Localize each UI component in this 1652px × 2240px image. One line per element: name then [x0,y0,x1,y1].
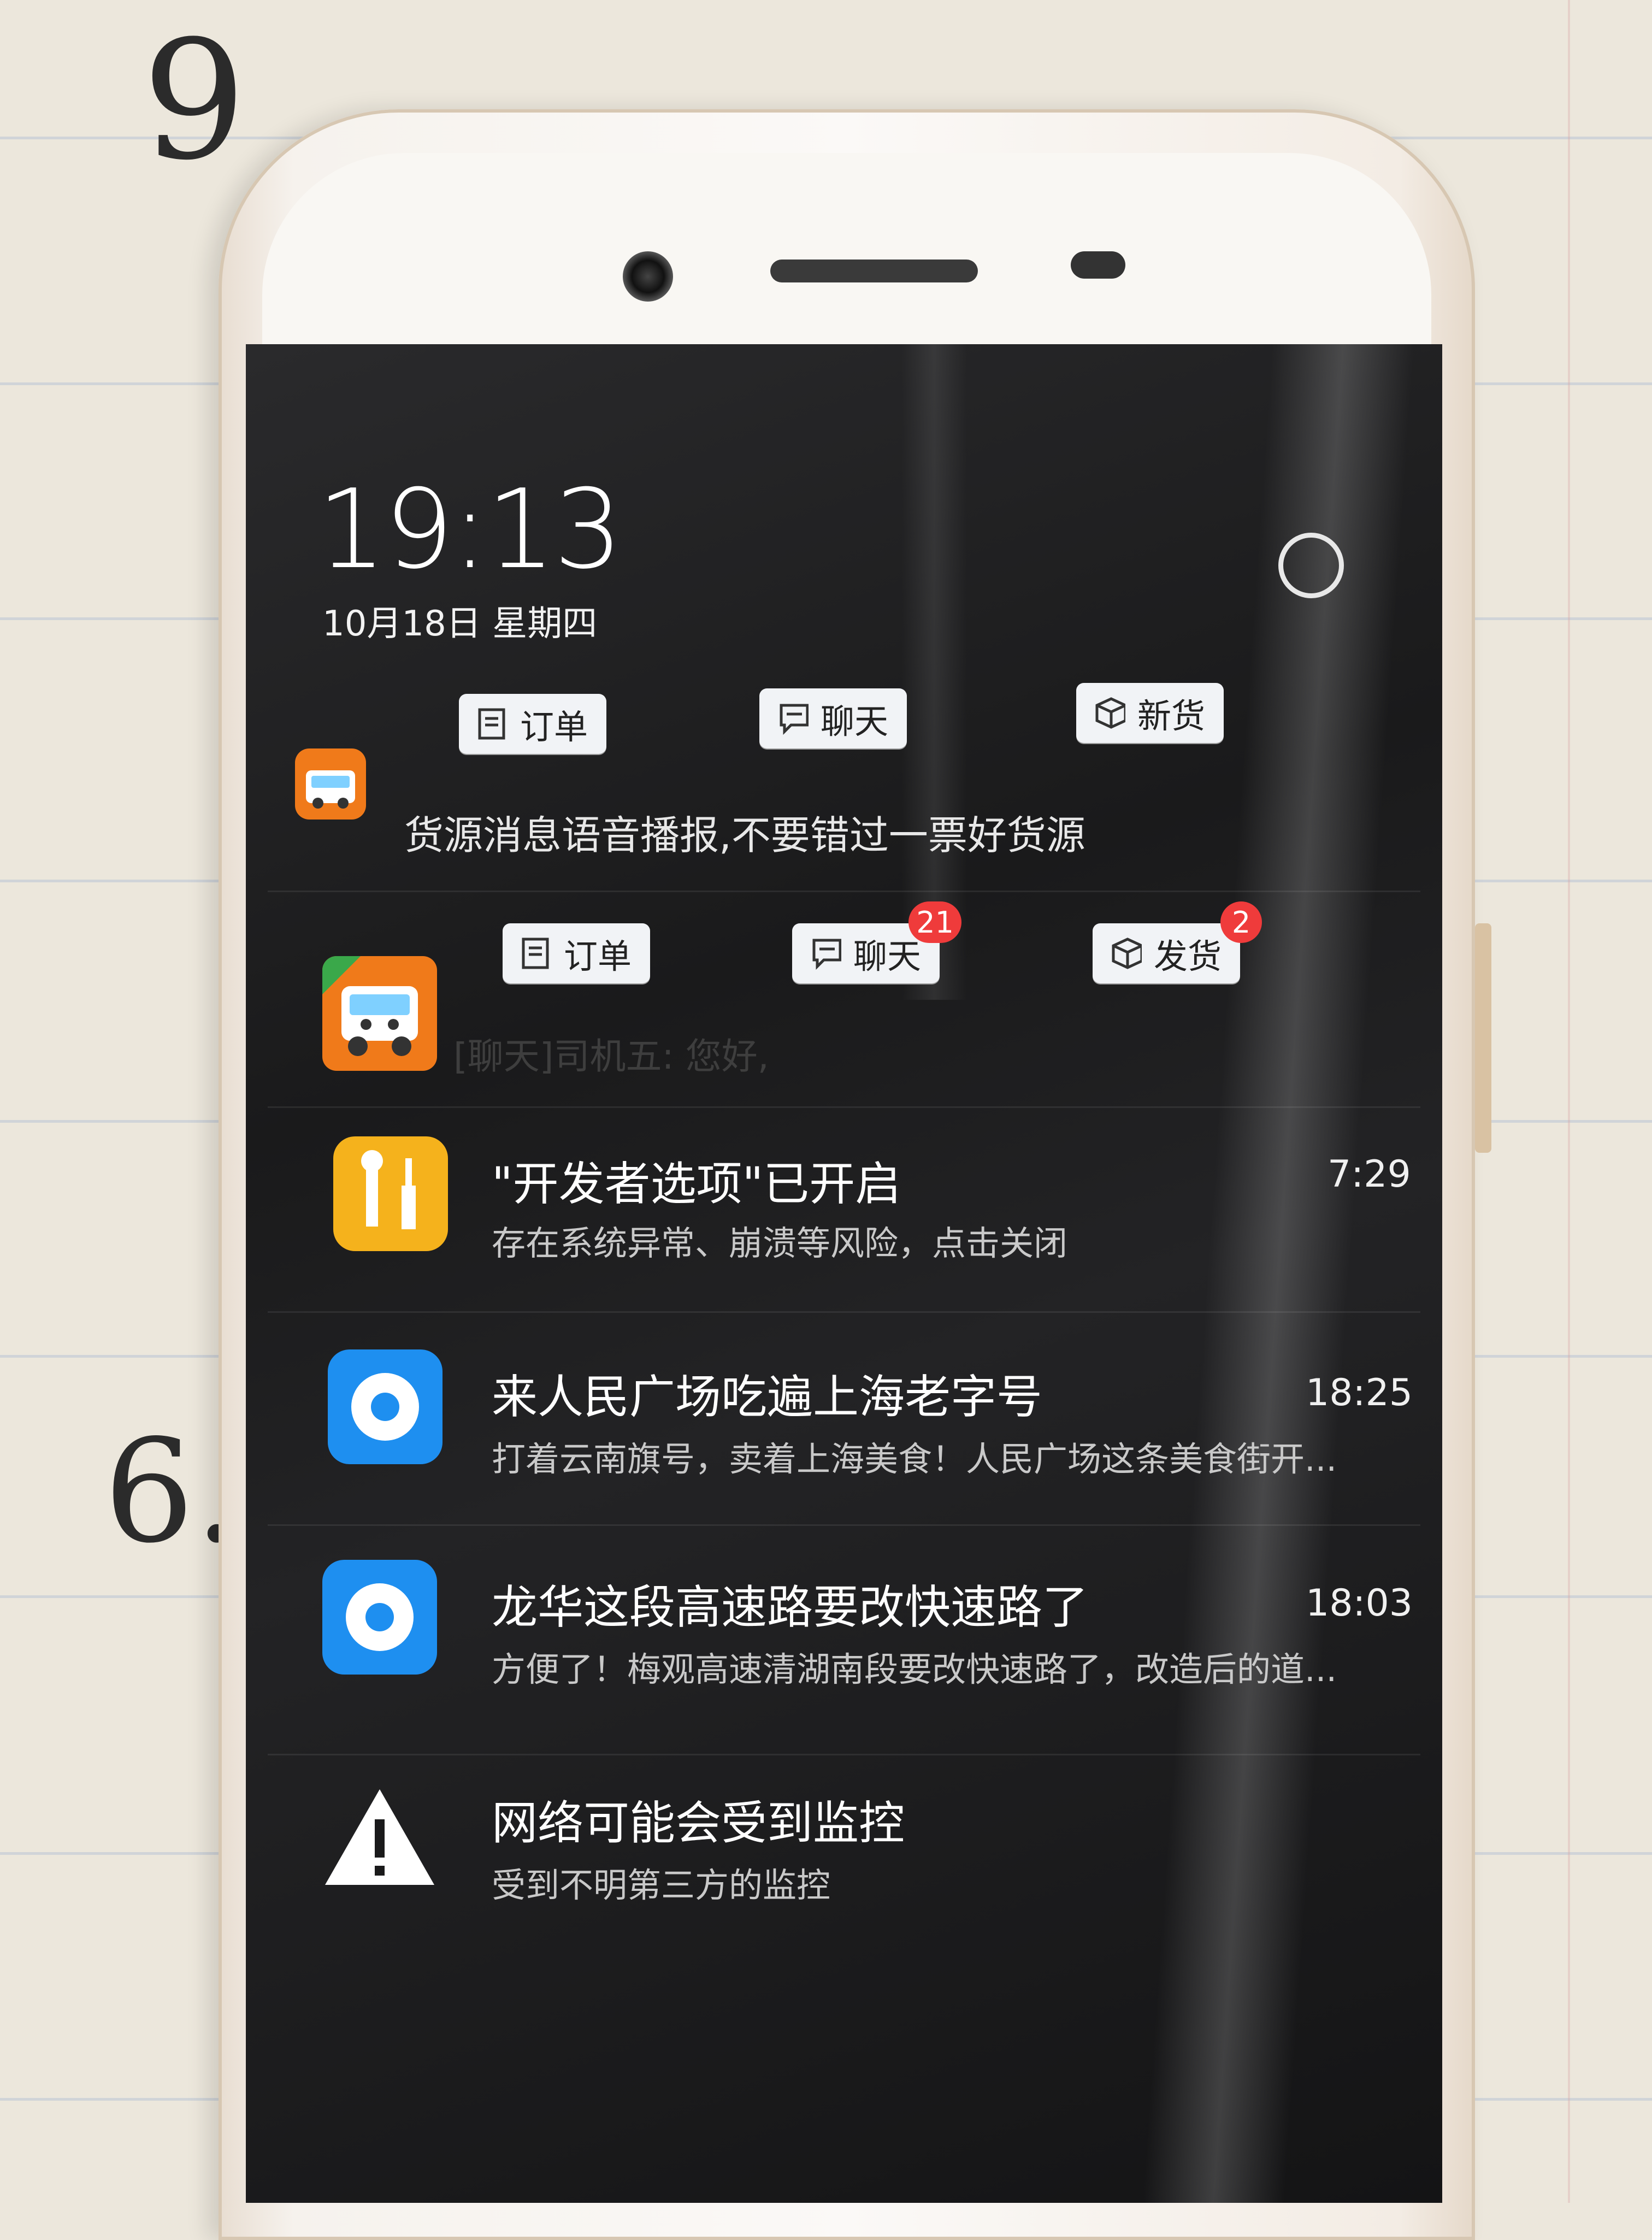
front-camera [623,251,673,302]
notification-time: 18:25 [1306,1371,1413,1414]
chat-icon [778,702,809,735]
notification-text: [聊天]司机五: 您好, [453,1035,769,1077]
notification-text: 存在系统异常、崩溃等风险，点击关闭 [492,1223,1068,1263]
ship-button[interactable]: 发货 2 [1093,901,1262,983]
chat-button[interactable]: 聊天 [759,688,907,748]
news-app-icon [328,1349,442,1464]
box-icon [1111,937,1142,970]
volume-button[interactable] [1475,923,1491,1153]
truck-shipper-app-icon [322,956,437,1071]
new-goods-label: 新货 [1137,696,1206,736]
notification-developer-options[interactable]: "开发者选项"已开启 7:29 存在系统异常、崩溃等风险，点击关闭 [279,1136,1420,1300]
handwriting: 9 [142,5,246,196]
developer-tools-icon [333,1136,448,1251]
notification-title: 网络可能会受到监控 [492,1796,905,1850]
chat-unread-badge: 21 [908,901,962,943]
notification-title: 龙华这段高速路要改快速路了 [492,1581,1089,1634]
box-icon [1095,697,1125,729]
order-label: 订单 [564,936,632,976]
lockscreen-clock: 19:13 [317,466,623,593]
chat-label: 聊天 [853,936,922,976]
notification-text: 受到不明第三方的监控 [492,1865,831,1905]
earpiece-speaker [770,260,978,282]
lockscreen-date: 10月18日 星期四 [322,604,598,644]
news-app-icon [322,1560,437,1675]
order-button[interactable]: 订单 [459,694,607,754]
notification-text: 打着云南旗号，卖着上海美食！人民广场这条美食街开... [492,1439,1337,1479]
notification-truck-driver[interactable]: 订单 聊天 新货 货源消息语音播报,不要错过一票好货源 [279,683,1420,880]
notification-network-warning[interactable]: 网络可能会受到监控 受到不明第三方的监控 [279,1776,1420,1929]
proximity-sensor [1071,251,1125,279]
notification-news-2[interactable]: 龙华这段高速路要改快速路了 18:03 方便了！梅观高速清湖南段要改快速路了，改… [279,1560,1420,1724]
chat-label: 聊天 [821,702,889,741]
notification-news-1[interactable]: 来人民广场吃遍上海老字号 18:25 打着云南旗号，卖着上海美食！人民广场这条美… [279,1349,1420,1513]
notification-time: 7:29 [1328,1153,1411,1196]
order-icon [477,708,508,740]
order-label: 订单 [520,707,588,747]
settings-circle-icon[interactable] [1278,533,1344,598]
warning-icon [322,1787,437,1890]
lock-screen: 19:13 10月18日 星期四 订单 聊天 新货 货源消息语音播报,不要错过一… [246,344,1442,2203]
notification-time: 18:03 [1306,1582,1413,1625]
new-goods-button[interactable]: 新货 [1076,683,1224,743]
notification-text: 方便了！梅观高速清湖南段要改快速路了，改造后的道... [492,1649,1337,1689]
chat-button[interactable]: 聊天 21 [792,901,962,983]
notification-truck-shipper[interactable]: 订单 聊天 21 发货 2 [聊天]司机五: 您好, [279,901,1420,1098]
chat-icon [811,937,841,970]
order-button[interactable]: 订单 [503,923,651,983]
notification-title: "开发者选项"已开启 [492,1157,901,1211]
ship-label: 发货 [1154,936,1222,976]
truck-app-icon [295,748,366,820]
order-icon [521,937,552,970]
notification-text: 货源消息语音播报,不要错过一票好货源 [404,812,1085,858]
ship-badge: 2 [1220,901,1262,943]
notification-title: 来人民广场吃遍上海老字号 [492,1370,1043,1424]
